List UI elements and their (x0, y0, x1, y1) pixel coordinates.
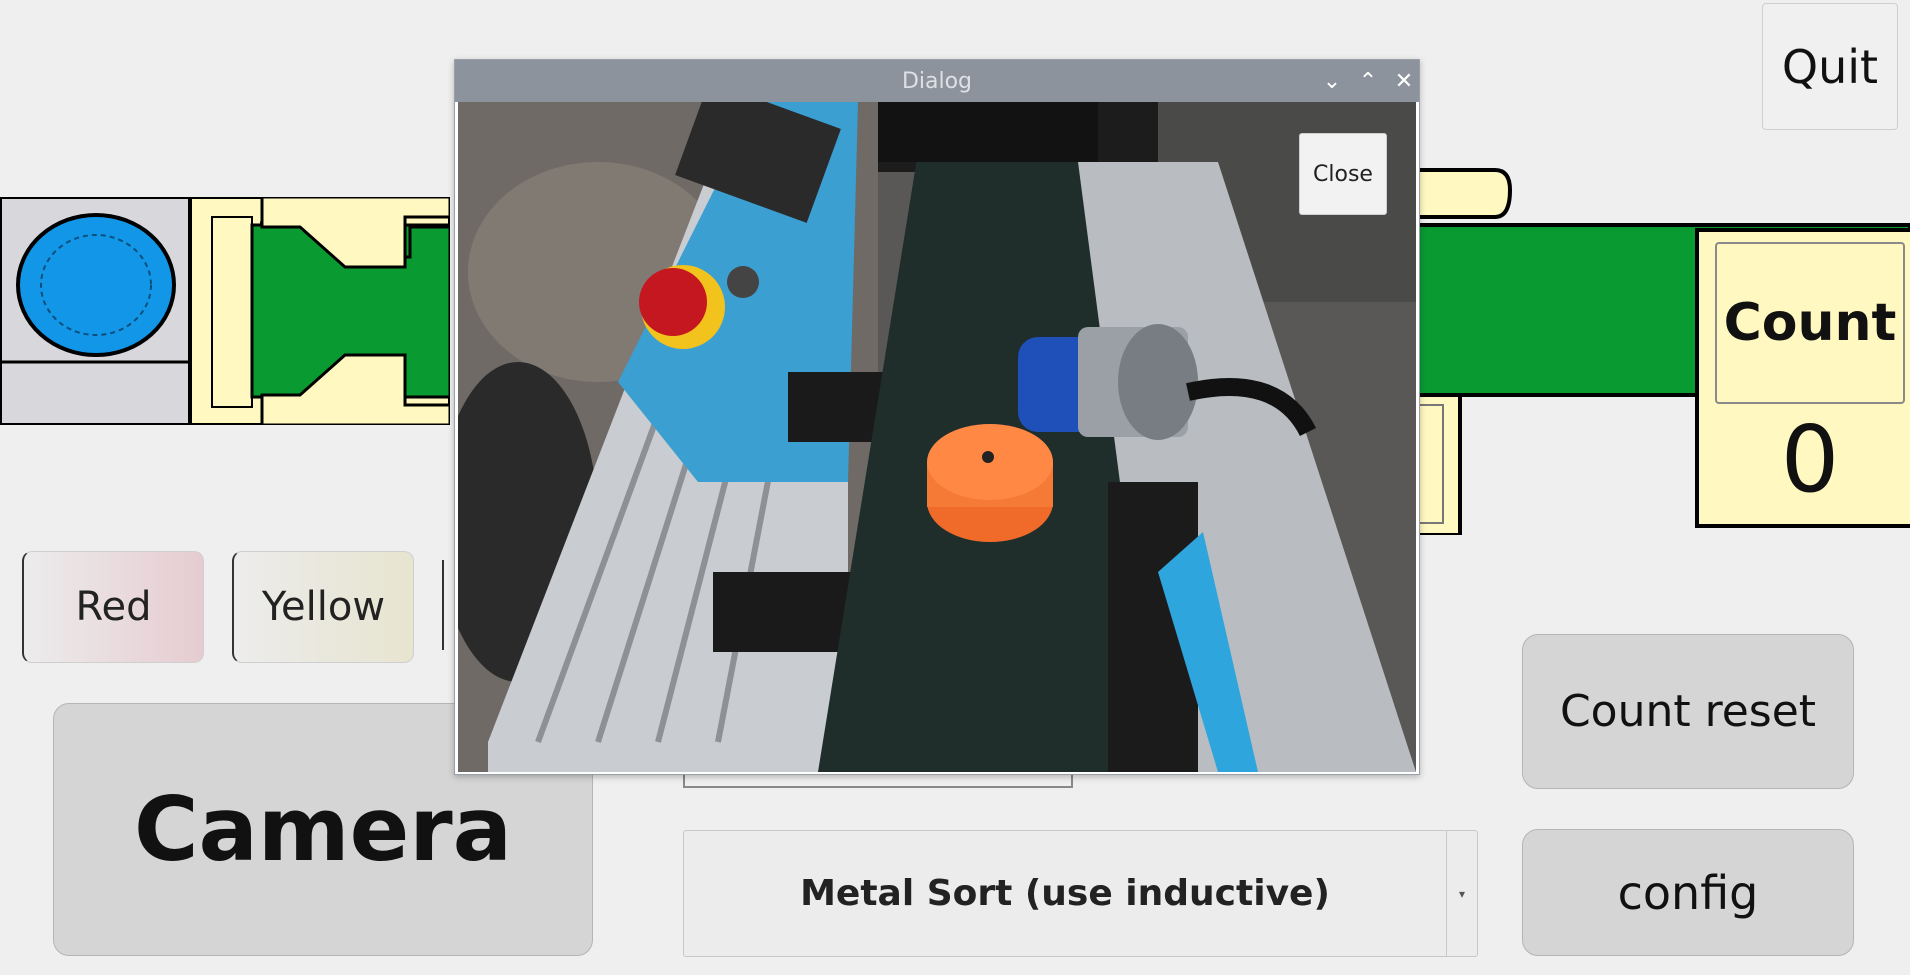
count-value: 0 (1780, 405, 1840, 513)
config-button[interactable]: config (1522, 829, 1854, 956)
dialog-titlebar[interactable]: Dialog ⌄ ⌃ ✕ (455, 60, 1419, 102)
quit-button[interactable]: Quit (1762, 3, 1898, 130)
yellow-button[interactable]: Yellow (232, 551, 414, 663)
dialog-close-button[interactable]: Close (1299, 133, 1387, 215)
count-title: Count (1715, 242, 1905, 404)
caret-down-icon[interactable]: ▾ (1446, 831, 1477, 956)
count-reset-button[interactable]: Count reset (1522, 634, 1854, 789)
chevron-down-icon[interactable]: ⌄ (1317, 66, 1347, 96)
camera-feed-image (458, 102, 1416, 772)
blue-button-edge[interactable] (442, 560, 444, 650)
dialog-title: Dialog (901, 68, 973, 94)
mode-select[interactable]: Metal Sort (use inductive) ▾ (683, 830, 1478, 957)
camera-dialog: Dialog ⌄ ⌃ ✕ Close (454, 59, 1420, 775)
red-button[interactable]: Red (22, 551, 204, 663)
close-icon[interactable]: ✕ (1389, 66, 1419, 96)
conveyor-left-graphic (0, 197, 450, 425)
mode-select-value: Metal Sort (use inductive) (800, 873, 1330, 914)
chevron-up-icon[interactable]: ⌃ (1353, 66, 1383, 96)
